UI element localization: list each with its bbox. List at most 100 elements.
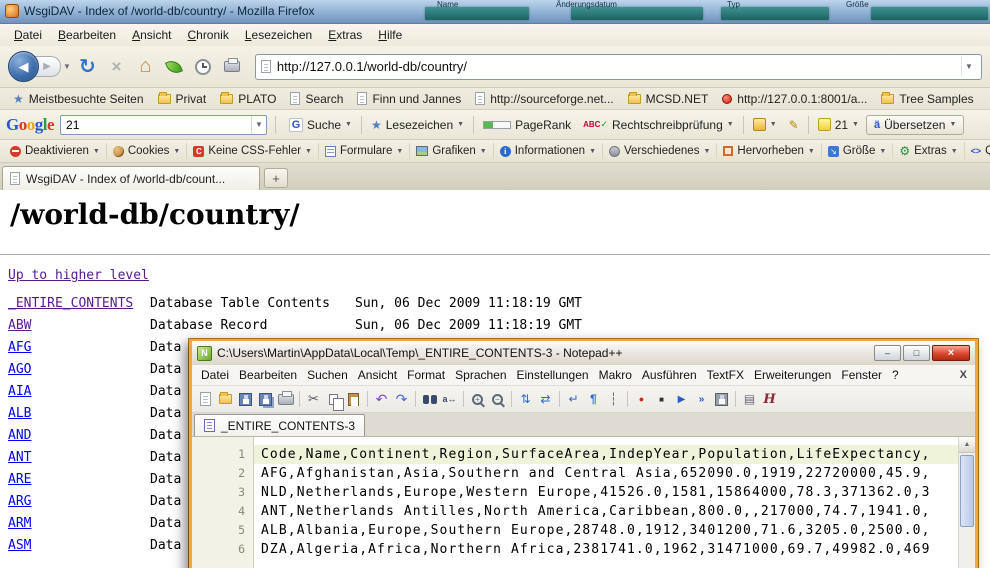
stop-button[interactable]: × — [104, 54, 129, 79]
google-item[interactable]: äÜbersetzen▼ — [866, 115, 964, 135]
replace-icon[interactable]: a↔ — [440, 390, 459, 409]
listing-link[interactable]: ARE — [8, 469, 150, 491]
firefox-menu-extras[interactable]: Extras — [320, 25, 370, 45]
firefox-menu-bearbeiten[interactable]: Bearbeiten — [50, 25, 124, 45]
new-tab-button[interactable]: + — [264, 168, 288, 188]
editor-line[interactable]: 2AFG,Afghanistan,Asia,Southern and Centr… — [192, 464, 958, 483]
listing-link[interactable]: _ENTIRE_CONTENTS — [8, 293, 150, 315]
google-item[interactable]: GSuche▼ — [284, 116, 357, 134]
google-item[interactable]: ABC✓Rechtschreibprüfung▼ — [578, 116, 739, 134]
editor-line[interactable]: 4ANT,Netherlands Antilles,North America,… — [192, 502, 958, 521]
notepad-menu-ausfhren[interactable]: Ausführen — [637, 366, 702, 384]
sync-h-icon[interactable]: ⇄ — [536, 390, 555, 409]
history-clock-button[interactable] — [191, 54, 216, 79]
webdev-item[interactable]: CKeine CSS-Fehler▼ — [187, 143, 319, 159]
html-icon[interactable]: H — [760, 390, 779, 409]
save-all-icon[interactable] — [256, 390, 275, 409]
listing-link[interactable]: ASM — [8, 535, 150, 557]
webdev-item[interactable]: ↘Größe▼ — [822, 143, 894, 159]
listing-link[interactable]: AIA — [8, 381, 150, 403]
webdev-item[interactable]: Grafiken▼ — [410, 143, 493, 159]
webdev-item[interactable]: Verschiedenes▼ — [603, 143, 717, 159]
listing-link[interactable]: AGO — [8, 359, 150, 381]
google-search-box[interactable]: ▼ — [60, 115, 267, 135]
notepad-menu-sprachen[interactable]: Sprachen — [450, 366, 511, 384]
show-symbols-icon[interactable]: ¶ — [584, 390, 603, 409]
bookmark-item[interactable]: MCSD.NET — [621, 90, 716, 108]
google-item[interactable]: 21▼ — [813, 116, 864, 134]
firefox-titlebar[interactable]: WsgiDAV - Index of /world-db/country/ - … — [0, 0, 990, 24]
listing-link[interactable]: ARG — [8, 491, 150, 513]
minimize-button[interactable]: – — [874, 345, 901, 361]
notepad-titlebar[interactable]: N C:\Users\Martin\AppData\Local\Temp\_EN… — [192, 341, 975, 365]
notepad-menu-textfx[interactable]: TextFX — [702, 366, 749, 384]
url-input[interactable] — [277, 59, 955, 74]
editor-line[interactable]: 6DZA,Algeria,Africa,Northern Africa,2381… — [192, 540, 958, 559]
listing-link[interactable]: ANT — [8, 447, 150, 469]
bookmark-item[interactable]: Search — [283, 90, 350, 108]
bookmark-item[interactable]: http://127.0.0.1:8001/a... — [715, 90, 874, 108]
notepad-editor[interactable]: 1Code,Name,Continent,Region,SurfaceArea,… — [192, 437, 975, 568]
notepad-window[interactable]: N C:\Users\Martin\AppData\Local\Temp\_EN… — [189, 339, 978, 568]
scroll-up-icon[interactable]: ▲ — [959, 437, 975, 453]
google-search-input[interactable] — [61, 118, 251, 132]
notepad-menu-erweiterungen[interactable]: Erweiterungen — [749, 366, 836, 384]
sync-v-icon[interactable]: ⇅ — [516, 390, 535, 409]
notepad-menu-datei[interactable]: Datei — [196, 366, 234, 384]
notepad-menu-format[interactable]: Format — [402, 366, 450, 384]
open-folder-icon[interactable] — [216, 390, 235, 409]
notepad-menu-bearbeiten[interactable]: Bearbeiten — [234, 366, 302, 384]
save-icon[interactable] — [236, 390, 255, 409]
bookmark-item[interactable]: Privat — [151, 90, 214, 108]
zoom-out-icon[interactable]: − — [488, 390, 507, 409]
editor-line[interactable]: 3NLD,Netherlands,Europe,Western Europe,4… — [192, 483, 958, 502]
bookmark-item[interactable]: Tree Samples — [874, 90, 980, 108]
editor-line[interactable]: 1Code,Name,Continent,Region,SurfaceArea,… — [192, 445, 958, 464]
firefox-menu-ansicht[interactable]: Ansicht — [124, 25, 179, 45]
webdev-item[interactable]: ⚙Extras▼ — [893, 142, 964, 160]
firefox-menu-lesezeichen[interactable]: Lesezeichen — [237, 25, 320, 45]
play-macro-icon[interactable]: ▶ — [672, 390, 691, 409]
notepad-menu-einstellungen[interactable]: Einstellungen — [512, 366, 594, 384]
firefox-menu-chronik[interactable]: Chronik — [179, 25, 236, 45]
record-macro-icon[interactable]: ● — [632, 390, 651, 409]
multi-play-icon[interactable]: » — [692, 390, 711, 409]
listing-link[interactable]: ARM — [8, 513, 150, 535]
zoom-in-icon[interactable]: + — [468, 390, 487, 409]
listing-link[interactable]: AFG — [8, 337, 150, 359]
tab-wsgidav[interactable]: WsgiDAV - Index of /world-db/count... — [2, 166, 260, 190]
maximize-button[interactable]: □ — [903, 345, 930, 361]
editor-line[interactable]: 5ALB,Albania,Europe,Southern Europe,2874… — [192, 521, 958, 540]
webdev-item[interactable]: iInformationen▼ — [494, 143, 603, 159]
bookmark-item[interactable]: Finn und Jannes — [350, 90, 468, 108]
up-to-higher-level-link[interactable]: Up to higher level — [8, 268, 149, 283]
doc-map-icon[interactable]: ▤ — [740, 390, 759, 409]
notepad-tab[interactable]: _ENTIRE_CONTENTS-3 — [194, 414, 365, 436]
google-item[interactable]: ★Lesezeichen▼ — [366, 116, 469, 134]
firefox-menu-datei[interactable]: Datei — [6, 25, 50, 45]
new-file-icon[interactable] — [196, 390, 215, 409]
notepad-menu-ansicht[interactable]: Ansicht — [353, 366, 402, 384]
redo-icon[interactable]: ↷ — [392, 390, 411, 409]
close-document-icon[interactable]: X — [960, 369, 967, 381]
url-dropdown-icon[interactable]: ▼ — [961, 57, 976, 77]
editor-scrollbar[interactable]: ▲ — [958, 437, 975, 568]
url-bar[interactable]: ▼ — [255, 54, 982, 80]
google-search-dropdown-icon[interactable]: ▼ — [251, 116, 266, 134]
notepad-menu-makro[interactable]: Makro — [594, 366, 637, 384]
save-macro-icon[interactable] — [712, 390, 731, 409]
webdev-item[interactable]: Cookies▼ — [107, 143, 188, 159]
back-button[interactable]: ◀ — [8, 51, 39, 82]
find-icon[interactable] — [420, 390, 439, 409]
listing-link[interactable]: ALB — [8, 403, 150, 425]
feather-extension-button[interactable] — [162, 54, 187, 79]
google-item[interactable]: ✎ — [784, 116, 804, 134]
webdev-item[interactable]: Hervorheben▼ — [717, 143, 821, 159]
scrollbar-thumb[interactable] — [960, 455, 974, 527]
copy-icon[interactable] — [324, 390, 343, 409]
history-dropdown-icon[interactable]: ▼ — [63, 62, 71, 71]
reload-button[interactable]: ↻ — [75, 54, 100, 79]
stop-macro-icon[interactable]: ■ — [652, 390, 671, 409]
paste-icon[interactable] — [344, 390, 363, 409]
undo-icon[interactable]: ↶ — [372, 390, 391, 409]
